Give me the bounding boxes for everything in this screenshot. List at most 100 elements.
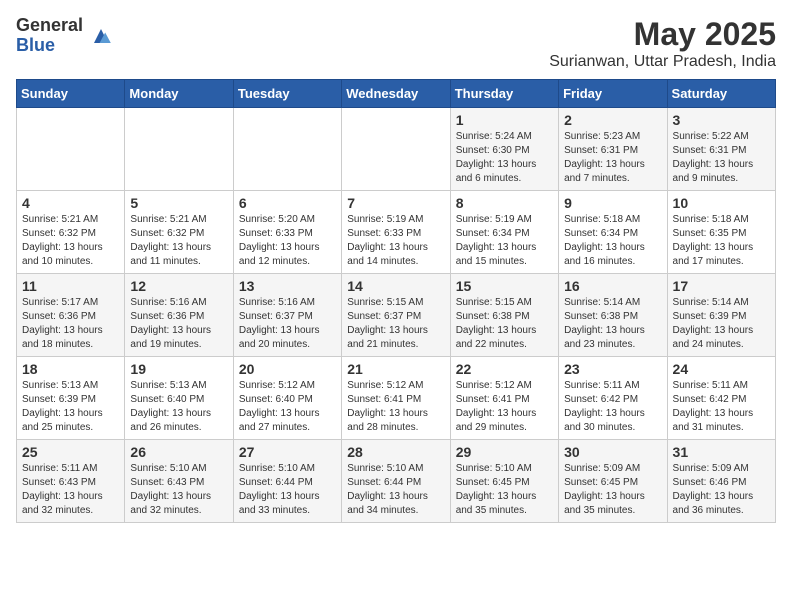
day-content: Sunrise: 5:09 AM Sunset: 6:45 PM Dayligh… [564, 462, 661, 518]
day-number: 31 [673, 444, 770, 460]
calendar-cell: 2Sunrise: 5:23 AM Sunset: 6:31 PM Daylig… [559, 108, 667, 191]
calendar-cell: 29Sunrise: 5:10 AM Sunset: 6:45 PM Dayli… [450, 440, 558, 523]
calendar-cell: 8 Sunrise: 5:19 AM Sunset: 6:34 PM Daylig… [450, 191, 558, 274]
day-number: 17 [673, 278, 770, 294]
day-content: Sunrise: 5:21 AM Sunset: 6:32 PM Dayligh… [22, 213, 119, 269]
day-content: Sunrise: 5:15 AM Sunset: 6:37 PM Dayligh… [347, 296, 444, 352]
calendar-cell: 31 Sunrise: 5:09 AM Sunset: 6:46 PM Dayli… [667, 440, 775, 523]
calendar-cell: 18 Sunrise: 5:13 AM Sunset: 6:39 PM Dayli… [17, 357, 125, 440]
day-number: 2 [564, 112, 661, 128]
day-content: Sunrise: 5:15 AM Sunset: 6:38 PM Dayligh… [456, 296, 553, 352]
day-number: 13 [239, 278, 336, 294]
calendar-cell: 17Sunrise: 5:14 AM Sunset: 6:39 PM Dayli… [667, 274, 775, 357]
day-number: 10 [673, 195, 770, 211]
header-cell-sunday: Sunday [17, 80, 125, 108]
day-content: Sunrise: 5:24 AM Sunset: 6:30 PM Dayligh… [456, 130, 553, 186]
day-content: Sunrise: 5:22 AM Sunset: 6:31 PM Dayligh… [673, 130, 770, 186]
day-content: Sunrise: 5:12 AM Sunset: 6:41 PM Dayligh… [347, 379, 444, 435]
day-content: Sunrise: 5:16 AM Sunset: 6:37 PM Dayligh… [239, 296, 336, 352]
day-number: 9 [564, 195, 661, 211]
day-content: Sunrise: 5:18 AM Sunset: 6:34 PM Dayligh… [564, 213, 661, 269]
day-number: 3 [673, 112, 770, 128]
day-content: Sunrise: 5:19 AM Sunset: 6:33 PM Dayligh… [347, 213, 444, 269]
day-content: Sunrise: 5:13 AM Sunset: 6:39 PM Dayligh… [22, 379, 119, 435]
day-number: 23 [564, 361, 661, 377]
day-number: 29 [456, 444, 553, 460]
header-cell-monday: Monday [125, 80, 233, 108]
day-number: 8 [456, 195, 553, 211]
day-content: Sunrise: 5:12 AM Sunset: 6:40 PM Dayligh… [239, 379, 336, 435]
calendar-cell [342, 108, 450, 191]
calendar-cell: 6 Sunrise: 5:20 AM Sunset: 6:33 PM Daylig… [233, 191, 341, 274]
calendar-header: SundayMondayTuesdayWednesdayThursdayFrid… [17, 80, 776, 108]
calendar-cell: 5 Sunrise: 5:21 AM Sunset: 6:32 PM Daylig… [125, 191, 233, 274]
day-content: Sunrise: 5:12 AM Sunset: 6:41 PM Dayligh… [456, 379, 553, 435]
day-number: 26 [130, 444, 227, 460]
day-number: 20 [239, 361, 336, 377]
day-content: Sunrise: 5:11 AM Sunset: 6:42 PM Dayligh… [673, 379, 770, 435]
title-area: May 2025 Surianwan, Uttar Pradesh, India [549, 16, 776, 71]
calendar-cell: 9 Sunrise: 5:18 AM Sunset: 6:34 PM Daylig… [559, 191, 667, 274]
day-content: Sunrise: 5:18 AM Sunset: 6:35 PM Dayligh… [673, 213, 770, 269]
calendar-cell: 25 Sunrise: 5:11 AM Sunset: 6:43 PM Dayli… [17, 440, 125, 523]
calendar-cell: 22Sunrise: 5:12 AM Sunset: 6:41 PM Dayli… [450, 357, 558, 440]
calendar-cell: 24 Sunrise: 5:11 AM Sunset: 6:42 PM Dayli… [667, 357, 775, 440]
day-number: 27 [239, 444, 336, 460]
day-number: 15 [456, 278, 553, 294]
calendar-cell: 12Sunrise: 5:16 AM Sunset: 6:36 PM Dayli… [125, 274, 233, 357]
day-content: Sunrise: 5:11 AM Sunset: 6:43 PM Dayligh… [22, 462, 119, 518]
location-title: Surianwan, Uttar Pradesh, India [549, 53, 776, 71]
day-number: 1 [456, 112, 553, 128]
day-number: 21 [347, 361, 444, 377]
header-cell-friday: Friday [559, 80, 667, 108]
day-content: Sunrise: 5:10 AM Sunset: 6:43 PM Dayligh… [130, 462, 227, 518]
calendar-cell: 26 Sunrise: 5:10 AM Sunset: 6:43 PM Dayli… [125, 440, 233, 523]
calendar-table: SundayMondayTuesdayWednesdayThursdayFrid… [16, 79, 776, 523]
day-content: Sunrise: 5:14 AM Sunset: 6:38 PM Dayligh… [564, 296, 661, 352]
day-number: 25 [22, 444, 119, 460]
calendar-cell: 16Sunrise: 5:14 AM Sunset: 6:38 PM Dayli… [559, 274, 667, 357]
week-row-1: 1 Sunrise: 5:24 AM Sunset: 6:30 PM Daylig… [17, 108, 776, 191]
calendar-cell: 14 Sunrise: 5:15 AM Sunset: 6:37 PM Dayli… [342, 274, 450, 357]
calendar-cell: 20 Sunrise: 5:12 AM Sunset: 6:40 PM Dayli… [233, 357, 341, 440]
calendar-cell: 10 Sunrise: 5:18 AM Sunset: 6:35 PM Dayli… [667, 191, 775, 274]
day-content: Sunrise: 5:10 AM Sunset: 6:44 PM Dayligh… [347, 462, 444, 518]
day-number: 11 [22, 278, 119, 294]
week-row-5: 25 Sunrise: 5:11 AM Sunset: 6:43 PM Dayli… [17, 440, 776, 523]
day-content: Sunrise: 5:11 AM Sunset: 6:42 PM Dayligh… [564, 379, 661, 435]
day-content: Sunrise: 5:21 AM Sunset: 6:32 PM Dayligh… [130, 213, 227, 269]
day-content: Sunrise: 5:09 AM Sunset: 6:46 PM Dayligh… [673, 462, 770, 518]
day-content: Sunrise: 5:20 AM Sunset: 6:33 PM Dayligh… [239, 213, 336, 269]
calendar-cell: 3 Sunrise: 5:22 AM Sunset: 6:31 PM Daylig… [667, 108, 775, 191]
day-content: Sunrise: 5:10 AM Sunset: 6:44 PM Dayligh… [239, 462, 336, 518]
day-content: Sunrise: 5:17 AM Sunset: 6:36 PM Dayligh… [22, 296, 119, 352]
day-number: 24 [673, 361, 770, 377]
header-row: SundayMondayTuesdayWednesdayThursdayFrid… [17, 80, 776, 108]
calendar-cell: 27 Sunrise: 5:10 AM Sunset: 6:44 PM Dayli… [233, 440, 341, 523]
day-number: 18 [22, 361, 119, 377]
calendar-cell: 21 Sunrise: 5:12 AM Sunset: 6:41 PM Dayli… [342, 357, 450, 440]
week-row-4: 18 Sunrise: 5:13 AM Sunset: 6:39 PM Dayli… [17, 357, 776, 440]
month-title: May 2025 [549, 16, 776, 53]
day-number: 28 [347, 444, 444, 460]
calendar-cell: 28 Sunrise: 5:10 AM Sunset: 6:44 PM Dayli… [342, 440, 450, 523]
week-row-3: 11 Sunrise: 5:17 AM Sunset: 6:36 PM Dayli… [17, 274, 776, 357]
page-header: General Blue May 2025 Surianwan, Uttar P… [16, 16, 776, 71]
day-number: 5 [130, 195, 227, 211]
logo-blue: Blue [16, 36, 83, 56]
day-number: 30 [564, 444, 661, 460]
calendar-cell: 19Sunrise: 5:13 AM Sunset: 6:40 PM Dayli… [125, 357, 233, 440]
day-number: 6 [239, 195, 336, 211]
header-cell-saturday: Saturday [667, 80, 775, 108]
day-number: 14 [347, 278, 444, 294]
day-number: 7 [347, 195, 444, 211]
calendar-body: 1 Sunrise: 5:24 AM Sunset: 6:30 PM Daylig… [17, 108, 776, 523]
calendar-cell: 30 Sunrise: 5:09 AM Sunset: 6:45 PM Dayli… [559, 440, 667, 523]
day-number: 19 [130, 361, 227, 377]
logo: General Blue [16, 16, 115, 56]
calendar-cell: 23 Sunrise: 5:11 AM Sunset: 6:42 PM Dayli… [559, 357, 667, 440]
day-content: Sunrise: 5:19 AM Sunset: 6:34 PM Dayligh… [456, 213, 553, 269]
calendar-cell: 11 Sunrise: 5:17 AM Sunset: 6:36 PM Dayli… [17, 274, 125, 357]
logo-icon [87, 22, 115, 50]
calendar-cell [125, 108, 233, 191]
